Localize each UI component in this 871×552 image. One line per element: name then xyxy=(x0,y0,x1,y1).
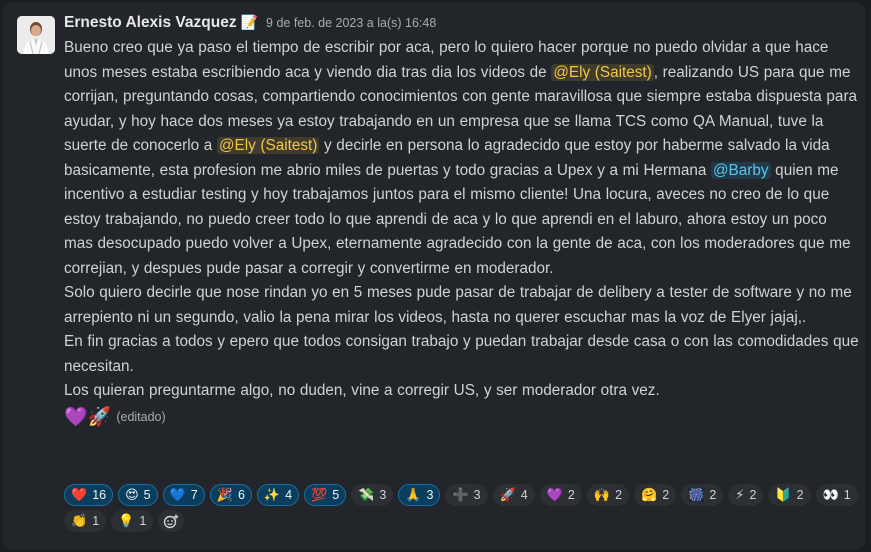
reaction-count: 3 xyxy=(473,488,481,502)
reaction-count: 4 xyxy=(520,488,528,502)
reaction-emoji: 💸 xyxy=(358,487,375,502)
reaction-emoji: 👏 xyxy=(71,513,88,528)
edited-label: (editado) xyxy=(116,409,166,424)
reaction-pill[interactable]: 🙏 3 xyxy=(398,484,441,506)
add-reaction-icon xyxy=(164,514,179,529)
reaction-count: 6 xyxy=(237,488,245,502)
reaction-count: 3 xyxy=(426,488,434,502)
paragraph-4: Los quieran preguntarme algo, no duden, … xyxy=(64,382,660,399)
reaction-emoji: ⚡ xyxy=(735,487,745,502)
reaction-count: 2 xyxy=(567,488,575,502)
message-content: Ernesto Alexis Vazquez 📝 9 de feb. de 20… xyxy=(64,14,859,532)
timestamp[interactable]: 9 de feb. de 2023 a la(s) 16:48 xyxy=(266,16,436,30)
reaction-emoji: ➕ xyxy=(452,487,469,502)
reaction-emoji: ❤️ xyxy=(71,487,88,502)
paragraph-1: Bueno creo que ya paso el tiempo de escr… xyxy=(64,36,859,281)
reaction-pill[interactable]: 🎉 6 xyxy=(209,484,252,506)
paragraph-2: Solo quiero decirle que nose rindan yo e… xyxy=(64,284,852,326)
reaction-pill[interactable]: 🎆 2 xyxy=(681,484,724,506)
reaction-count: 2 xyxy=(662,488,670,502)
reaction-emoji: 😍 xyxy=(125,487,139,502)
mention-barby[interactable]: @Barby xyxy=(711,161,771,179)
reaction-pill[interactable]: 🚀 4 xyxy=(492,484,535,506)
reaction-count: 1 xyxy=(92,514,100,528)
message-header: Ernesto Alexis Vazquez 📝 9 de feb. de 20… xyxy=(64,14,859,36)
memo-status-icon[interactable]: 📝 xyxy=(241,14,258,31)
reaction-count: 2 xyxy=(749,488,757,502)
reaction-pill[interactable]: 👀 1 xyxy=(815,484,858,506)
reaction-pill[interactable]: ✨ 4 xyxy=(256,484,300,506)
reaction-pill[interactable]: 💯 5 xyxy=(304,484,347,506)
reaction-emoji: 🙌 xyxy=(593,487,611,502)
reaction-emoji: 🔰 xyxy=(775,487,792,502)
reaction-emoji: 🤗 xyxy=(641,487,658,502)
message[interactable]: Ernesto Alexis Vazquez 📝 9 de feb. de 20… xyxy=(3,3,865,549)
reaction-emoji: ✨ xyxy=(263,487,281,502)
reaction-count: 2 xyxy=(615,488,623,502)
avatar-image xyxy=(17,16,55,54)
reaction-count: 1 xyxy=(139,514,147,528)
reaction-emoji: 🚀 xyxy=(499,487,516,502)
avatar[interactable] xyxy=(17,16,55,54)
author-name[interactable]: Ernesto Alexis Vazquez xyxy=(64,14,237,32)
reaction-emoji: 💯 xyxy=(311,487,328,502)
reaction-pill[interactable]: ⚡ 2 xyxy=(728,484,764,506)
reaction-emoji: 💙 xyxy=(169,487,186,502)
reaction-count: 2 xyxy=(796,488,804,502)
reaction-count: 3 xyxy=(379,488,387,502)
reaction-count: 5 xyxy=(332,488,340,502)
reaction-emoji: 💡 xyxy=(118,513,135,528)
heart-rocket-emoji: 💜🚀 xyxy=(64,406,112,428)
reaction-count: 5 xyxy=(143,488,151,502)
trailing-emoji-line: 💜🚀 (editado) xyxy=(64,404,859,430)
reaction-count: 1 xyxy=(843,488,851,502)
reaction-emoji: 🙏 xyxy=(405,487,422,502)
reaction-pill[interactable]: 💡 1 xyxy=(111,510,154,532)
reaction-pill[interactable]: 💙 7 xyxy=(162,484,205,506)
message-body: Bueno creo que ya paso el tiempo de escr… xyxy=(64,36,859,404)
add-reaction-button[interactable] xyxy=(158,510,185,532)
reaction-pill[interactable]: 💸 3 xyxy=(351,484,394,506)
reaction-emoji: 👀 xyxy=(822,487,839,502)
reaction-pill[interactable]: 🙌 2 xyxy=(586,484,630,506)
reaction-count: 4 xyxy=(285,488,293,502)
reaction-pill[interactable]: 🔰 2 xyxy=(768,484,811,506)
reaction-pill[interactable]: 😍 5 xyxy=(118,484,158,506)
reactions-bar: ❤️ 16 😍 5 💙 7 🎉 6 ✨ 4 💯 5 💸 3 🙏 3 ➕ 3 🚀 4 💜 2 🙌 2 🤗 2 🎆 2 ⚡ 2 🔰 2 👀 1 👏 1 💡 1 xyxy=(64,484,864,532)
reaction-emoji: 🎉 xyxy=(216,487,233,502)
reaction-count: 16 xyxy=(92,488,107,502)
paragraph-3: En fin gracias a todos y epero que todos… xyxy=(64,333,859,375)
reaction-pill[interactable]: 👏 1 xyxy=(64,510,107,532)
mention-ely[interactable]: @Ely (Saitest) xyxy=(216,137,320,154)
reaction-count: 2 xyxy=(709,488,717,502)
mention-ely[interactable]: @Ely (Saitest) xyxy=(551,63,654,81)
reaction-emoji: 🎆 xyxy=(688,487,705,502)
reaction-count: 7 xyxy=(190,488,198,502)
reaction-emoji: 💜 xyxy=(546,487,563,502)
reaction-pill[interactable]: 🤗 2 xyxy=(634,484,677,506)
reaction-pill[interactable]: ❤️ 16 xyxy=(64,484,114,506)
reaction-pill[interactable]: ➕ 3 xyxy=(445,484,488,506)
reaction-pill[interactable]: 💜 2 xyxy=(539,484,582,506)
